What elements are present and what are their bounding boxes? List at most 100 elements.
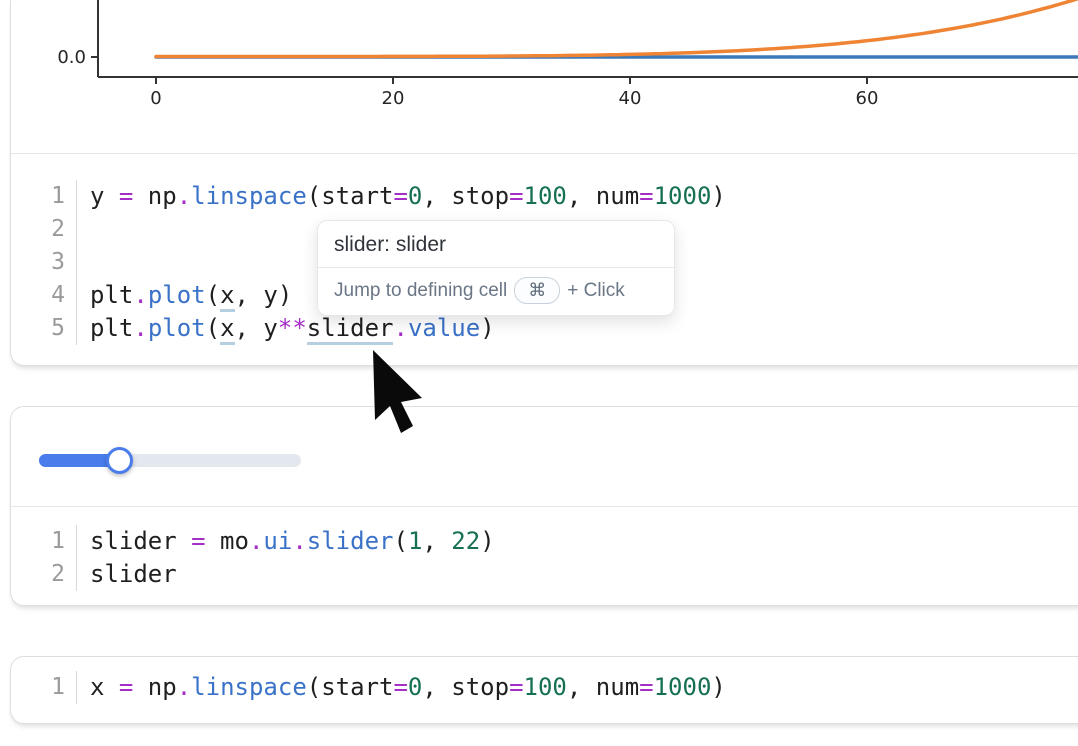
- code-content: y = np.linspace(start=0, stop=100, num=1…: [77, 180, 726, 213]
- code-content: plt.plot(x, y**slider.value): [77, 312, 495, 345]
- code-token: plt: [90, 281, 133, 309]
- mouse-cursor-icon: [373, 350, 425, 436]
- code-token: =: [639, 673, 653, 701]
- svg-text:0.0: 0.0: [57, 47, 86, 68]
- code-token: .: [393, 314, 407, 342]
- tooltip-suffix: + Click: [567, 280, 625, 302]
- code-line[interactable]: 1y = np.linspace(start=0, stop=100, num=…: [11, 180, 1078, 213]
- code-token: ui: [263, 527, 292, 555]
- svg-text:40: 40: [619, 88, 642, 109]
- code-line[interactable]: 5plt.plot(x, y**slider.value): [11, 312, 1078, 345]
- code-token: 1000: [654, 182, 712, 210]
- code-token: , num: [567, 182, 639, 210]
- code-token: 1000: [654, 673, 712, 701]
- code-content: x = np.linspace(start=0, stop=100, num=1…: [77, 671, 726, 704]
- line-number: 2: [11, 213, 77, 246]
- line-number: 5: [11, 312, 77, 345]
- variable-link[interactable]: slider: [307, 314, 394, 345]
- slider-track[interactable]: [39, 454, 301, 467]
- code-token: (: [206, 281, 220, 309]
- code-token: np: [133, 182, 176, 210]
- line-number: 4: [11, 279, 77, 312]
- command-key-icon: ⌘: [514, 277, 560, 304]
- code-token: plt: [90, 314, 133, 342]
- code-token: x: [90, 673, 119, 701]
- code-token: 22: [451, 527, 480, 555]
- tooltip-title: slider: slider: [318, 221, 674, 267]
- code-token: .: [177, 673, 191, 701]
- code-token: , stop: [422, 673, 509, 701]
- code-token: =: [393, 182, 407, 210]
- code-token: slider: [90, 560, 177, 588]
- svg-text:20: 20: [382, 88, 405, 109]
- code-token: (: [393, 527, 407, 555]
- code-token: (: [206, 314, 220, 342]
- cell-x: 1x = np.linspace(start=0, stop=100, num=…: [10, 656, 1078, 724]
- plot-output: 0.0 0 20 40 60: [11, 0, 1078, 153]
- code-token: ): [711, 182, 725, 210]
- tooltip-action-row: Jump to defining cell ⌘ + Click: [318, 268, 674, 315]
- code-token: =: [509, 182, 523, 210]
- code-token: slider: [90, 527, 191, 555]
- code-token: .: [249, 527, 263, 555]
- code-token: , stop: [422, 182, 509, 210]
- code-content: slider: [77, 558, 177, 591]
- code-token: =: [639, 182, 653, 210]
- code-token: ): [480, 527, 494, 555]
- code-token: .: [133, 314, 147, 342]
- slider-thumb[interactable]: [106, 447, 133, 474]
- code-token: =: [191, 527, 205, 555]
- code-token: =: [119, 673, 133, 701]
- code-token: ): [480, 314, 494, 342]
- code-token: y: [90, 182, 119, 210]
- variable-link[interactable]: x: [220, 314, 234, 345]
- svg-text:0: 0: [150, 88, 161, 109]
- code-editor-x[interactable]: 1x = np.linspace(start=0, stop=100, num=…: [11, 657, 1078, 723]
- svg-text:60: 60: [856, 88, 879, 109]
- code-token: (start: [307, 182, 394, 210]
- code-token: 100: [524, 182, 567, 210]
- code-token: value: [408, 314, 480, 342]
- code-token: 1: [408, 527, 422, 555]
- code-token: linspace: [191, 673, 307, 701]
- line-number: 1: [11, 180, 77, 213]
- code-content: slider = mo.ui.slider(1, 22): [77, 525, 495, 558]
- code-token: ,: [422, 527, 451, 555]
- code-token: =: [509, 673, 523, 701]
- code-token: .: [292, 527, 306, 555]
- code-token: (start: [307, 673, 394, 701]
- code-token: plot: [148, 281, 206, 309]
- code-token: slider: [307, 527, 394, 555]
- line-number: 3: [11, 246, 77, 279]
- variable-link[interactable]: x: [220, 281, 234, 312]
- line-chart: 0.0 0 20 40 60: [11, 0, 1078, 153]
- code-token: linspace: [191, 182, 307, 210]
- code-token: **: [278, 314, 307, 342]
- slider-output: [11, 407, 1078, 506]
- line-number: 1: [11, 525, 77, 558]
- code-token: plot: [148, 314, 206, 342]
- code-token: =: [393, 673, 407, 701]
- tooltip-action-label: Jump to defining cell: [334, 280, 507, 302]
- code-line[interactable]: 1x = np.linspace(start=0, stop=100, num=…: [11, 671, 1078, 704]
- code-token: ): [711, 673, 725, 701]
- code-token: mo: [206, 527, 249, 555]
- code-content: plt.plot(x, y): [77, 279, 292, 312]
- code-token: 0: [408, 182, 422, 210]
- code-token: .: [177, 182, 191, 210]
- line-number: 1: [11, 671, 77, 704]
- code-token: , y: [235, 314, 278, 342]
- code-token: , y): [235, 281, 293, 309]
- code-token: 100: [524, 673, 567, 701]
- code-line[interactable]: 2 slider: [11, 558, 1078, 591]
- code-editor-slider[interactable]: 1slider = mo.ui.slider(1, 22)2slider: [11, 506, 1078, 605]
- code-token: , num: [567, 673, 639, 701]
- cell-slider: 1slider = mo.ui.slider(1, 22)2slider: [10, 406, 1078, 606]
- code-token: 0: [408, 673, 422, 701]
- code-line[interactable]: 1slider = mo.ui.slider(1, 22): [11, 525, 1078, 558]
- code-token: np: [133, 673, 176, 701]
- code-token: =: [119, 182, 133, 210]
- line-number: 2: [11, 558, 77, 591]
- variable-tooltip: slider: slider Jump to defining cell ⌘ +…: [317, 220, 675, 316]
- code-token: .: [133, 281, 147, 309]
